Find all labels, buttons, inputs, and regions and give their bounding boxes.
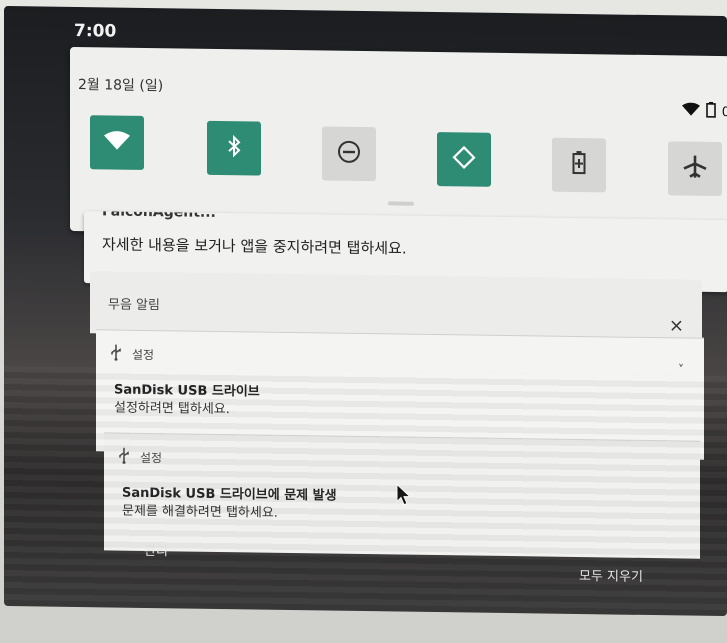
notification-truncated-title: FalconAgent...	[102, 211, 216, 221]
battery-icon	[705, 101, 716, 122]
notification-body: 설정하려면 탭하세요.	[114, 400, 230, 418]
battery-saver-icon	[572, 150, 586, 179]
clear-all-button[interactable]: 모두 지우기	[579, 565, 643, 585]
quick-settings-panel: 2월 18일 (일) 0	[70, 46, 727, 241]
chevron-down-icon[interactable]: ˅	[678, 362, 684, 376]
mouse-cursor-icon	[396, 483, 412, 509]
bluetooth-icon	[227, 134, 241, 161]
notification-app-row: 설정	[118, 447, 163, 468]
notification-title: SanDisk USB 드라이브에 문제 발생	[122, 485, 337, 504]
status-icons: 0	[681, 101, 727, 122]
usb-drive-notification[interactable]: 설정 SanDisk USB 드라이브 설정하려면 탭하세요. ˅	[96, 329, 704, 460]
usb-icon	[110, 344, 122, 363]
quick-settings-tiles	[90, 115, 727, 197]
do-not-disturb-tile[interactable]	[322, 126, 376, 182]
status-bar-time: 7:00	[74, 20, 117, 42]
manage-button[interactable]: 관리	[144, 540, 168, 559]
auto-rotate-tile[interactable]	[437, 132, 491, 187]
wifi-icon	[104, 130, 130, 154]
wifi-tile[interactable]	[90, 115, 144, 170]
bluetooth-tile[interactable]	[207, 120, 261, 176]
notification-text: 자세한 내용을 보거나 앱을 중지하려면 탭하세요.	[102, 235, 407, 258]
airplane-mode-tile[interactable]	[668, 141, 722, 197]
notification-title: SanDisk USB 드라이브	[114, 382, 260, 400]
battery-level-text: 0	[721, 104, 727, 120]
auto-rotate-icon	[451, 144, 477, 174]
notification-app-row: 설정	[110, 344, 154, 364]
airplane-icon	[682, 153, 708, 183]
silent-section-title: 무음 알림	[108, 297, 160, 314]
device-screen: 7:00 2월 18일 (일) 0 FalconAgent... 자세한 내용을…	[4, 6, 727, 617]
notification-body: 문제를 해결하려면 탭하세요.	[122, 503, 278, 521]
usb-drive-problem-notification[interactable]: 설정 SanDisk USB 드라이브에 문제 발생 문제를 해결하려면 탭하세…	[104, 432, 700, 559]
panel-drag-handle[interactable]	[388, 201, 414, 206]
usb-icon	[118, 447, 130, 467]
battery-saver-tile[interactable]	[552, 137, 606, 193]
wifi-signal-icon	[681, 102, 700, 120]
quick-settings-date[interactable]: 2월 18일 (일)	[78, 74, 163, 95]
notification-app-name: 설정	[132, 347, 155, 363]
close-icon[interactable]: ×	[669, 315, 684, 336]
do-not-disturb-icon	[337, 140, 361, 168]
notification-app-name: 설정	[140, 450, 163, 466]
